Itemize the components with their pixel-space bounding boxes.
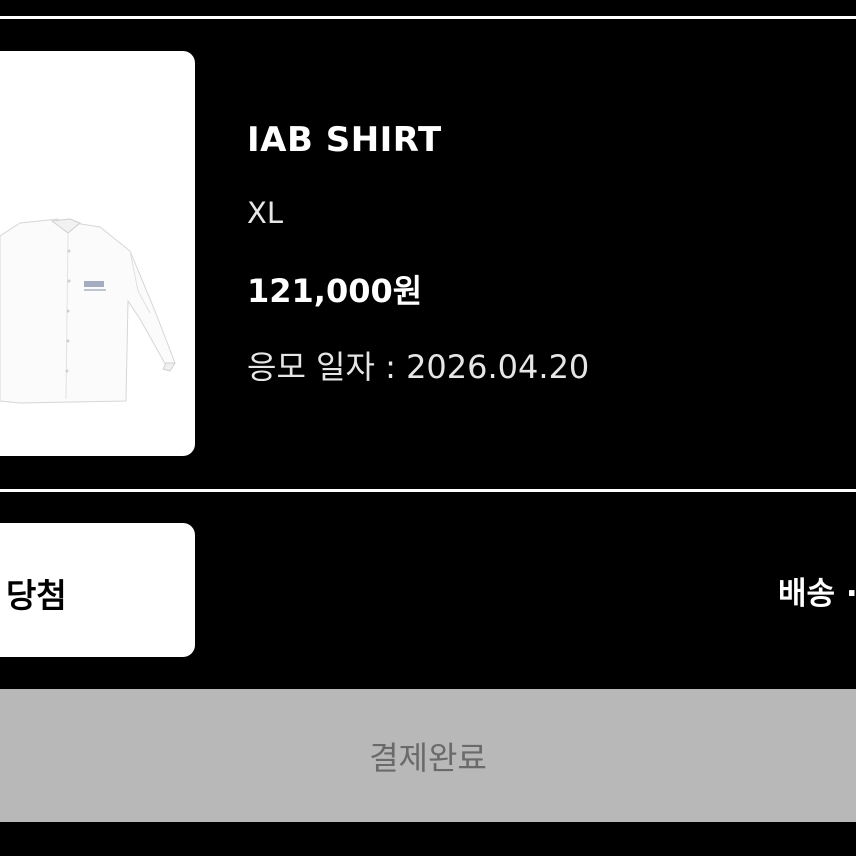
top-divider — [0, 16, 856, 19]
result-label: 당첨 — [6, 576, 67, 615]
payment-button-label: 결제완료 — [369, 739, 487, 777]
payment-complete-button[interactable]: 결제완료 — [0, 689, 856, 822]
product-name: IAB SHIRT — [247, 120, 442, 160]
product-size: XL — [247, 196, 284, 230]
product-price: 121,000원 — [247, 272, 423, 310]
result-badge: 당첨 — [0, 523, 195, 657]
entry-date-label: 응모 일자 : — [247, 348, 396, 386]
entry-date-value: 2026.04.20 — [406, 348, 590, 386]
middle-divider — [0, 489, 856, 492]
entry-date: 응모 일자 : 2026.04.20 — [247, 342, 589, 388]
product-image-card[interactable] — [0, 51, 195, 456]
shirt-image — [0, 218, 176, 404]
delivery-status[interactable]: 배송 · — [778, 568, 856, 613]
